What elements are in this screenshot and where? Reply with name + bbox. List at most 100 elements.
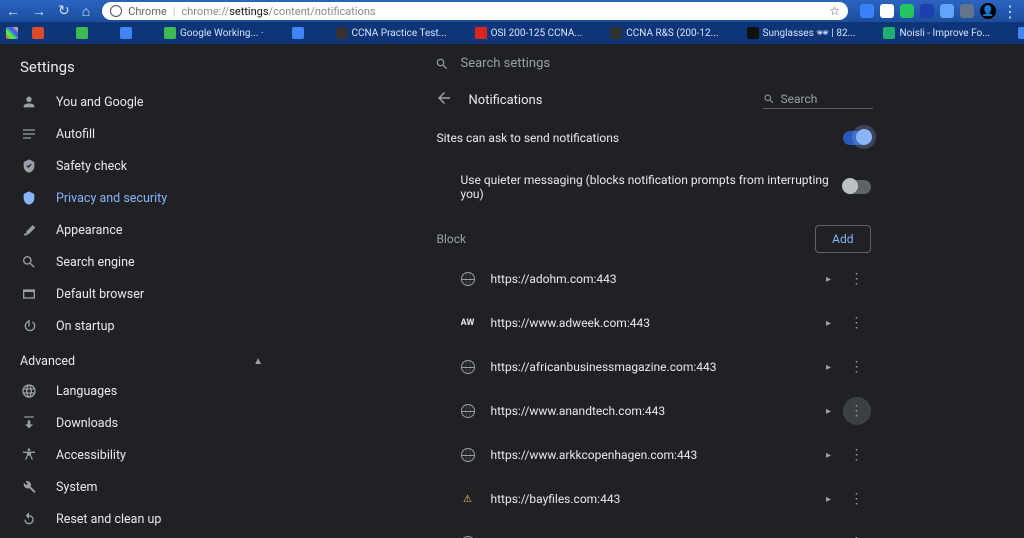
ext-icon[interactable] xyxy=(880,4,894,18)
browser-toolbar: ← → ↻ ⌂ Chrome | chrome://settings/conte… xyxy=(0,0,1024,22)
site-expand-button[interactable]: ▸ xyxy=(815,450,843,461)
site-expand-button[interactable]: ▸ xyxy=(815,362,843,373)
site-expand-button[interactable]: ▸ xyxy=(815,274,843,285)
bookmark-item[interactable]: Google Working... · xyxy=(164,27,264,39)
panel-search-input[interactable] xyxy=(781,92,861,106)
site-info-icon[interactable] xyxy=(110,5,122,17)
panel-back-button[interactable] xyxy=(435,89,453,111)
toggle-quieter-messaging[interactable] xyxy=(843,180,871,194)
add-blocked-site-button[interactable]: Add xyxy=(815,225,870,253)
site-actions-menu[interactable]: ⋮ xyxy=(843,441,871,469)
accessibility-icon xyxy=(20,446,38,464)
sidebar-item-label: Reset and clean up xyxy=(56,512,161,527)
sidebar-item-appearance[interactable]: Appearance xyxy=(0,214,283,246)
sidebar-item-autofill[interactable]: Autofill xyxy=(0,118,283,150)
panel-title: Notifications xyxy=(469,93,543,108)
toggle-quieter-messaging-row: Use quieter messaging (blocks notificati… xyxy=(435,159,873,215)
sidebar-item-label: Accessibility xyxy=(56,448,126,463)
sidebar-item-search-engine[interactable]: Search engine xyxy=(0,246,283,278)
sidebar-item-on-startup[interactable]: On startup xyxy=(0,310,283,342)
bookmarks-bar: Google Working... · CCNA Practice Test...… xyxy=(0,22,1024,44)
site-url: https://www.arkkcopenhagen.com:443 xyxy=(477,448,815,462)
site-actions-menu[interactable]: ⋮ xyxy=(843,529,871,538)
bookmark-item[interactable]: CCNA R&S (200-12... xyxy=(610,27,718,39)
bookmark-item[interactable] xyxy=(76,27,92,39)
apps-button[interactable] xyxy=(6,27,18,39)
back-button[interactable]: ← xyxy=(6,3,20,20)
search-icon xyxy=(435,57,449,71)
window-icon xyxy=(20,285,38,303)
reload-button[interactable]: ↻ xyxy=(58,3,70,19)
bookmark-item[interactable]: Sunglasses 🕶 | 82... xyxy=(747,27,856,39)
sidebar-item-downloads[interactable]: Downloads xyxy=(0,407,283,439)
ext-icon[interactable] xyxy=(860,4,874,18)
site-url: https://bayfiles.com:443 xyxy=(477,492,815,506)
settings-search-input[interactable] xyxy=(461,56,873,71)
shield-icon xyxy=(20,189,38,207)
browser-label: Chrome xyxy=(128,5,167,18)
download-icon xyxy=(20,414,38,432)
bookmark-item[interactable]: Noisli - Improve Fo... xyxy=(883,27,990,39)
bookmark-item[interactable]: CCNA Practice Test... xyxy=(336,27,447,39)
sidebar-item-reset-and-clean-up[interactable]: Reset and clean up xyxy=(0,503,283,535)
bookmark-item[interactable] xyxy=(32,27,48,39)
sidebar-item-default-browser[interactable]: Default browser xyxy=(0,278,283,310)
sidebar-item-privacy-and-security[interactable]: Privacy and security xyxy=(0,182,283,214)
sidebar-advanced-label: Advanced xyxy=(20,354,75,369)
site-favicon xyxy=(459,402,477,420)
site-actions-menu[interactable]: ⋮ xyxy=(843,309,871,337)
sidebar-item-accessibility[interactable]: Accessibility xyxy=(0,439,283,471)
bookmark-item[interactable] xyxy=(120,27,136,39)
settings-title: Settings xyxy=(0,44,283,86)
power-icon xyxy=(20,317,38,335)
site-url: https://africanbusinessmagazine.com:443 xyxy=(477,360,815,374)
sidebar-item-you-and-google[interactable]: You and Google xyxy=(0,86,283,118)
sidebar-item-safety-check[interactable]: Safety check xyxy=(0,150,283,182)
bookmark-star-icon[interactable]: ☆ xyxy=(829,4,840,18)
bookmark-item[interactable]: Veritas - Library - S... xyxy=(1018,27,1024,39)
sidebar-item-label: You and Google xyxy=(56,95,144,110)
ext-icon[interactable] xyxy=(900,4,914,18)
blocked-site-row: AW https://www.adweek.com:443 ▸ ⋮ xyxy=(435,301,873,345)
sidebar-item-label: Autofill xyxy=(56,127,95,142)
site-actions-menu[interactable]: ⋮ xyxy=(843,485,871,513)
settings-main: Notifications Sites can ask to send noti… xyxy=(283,44,1024,538)
toggle-ask-notifications[interactable] xyxy=(843,131,871,145)
settings-search[interactable] xyxy=(435,56,873,71)
block-section-label: Block xyxy=(437,232,467,246)
panel-search[interactable] xyxy=(763,92,873,109)
site-expand-button[interactable]: ▸ xyxy=(815,494,843,505)
toggle-ask-notifications-label: Sites can ask to send notifications xyxy=(437,131,843,145)
site-expand-button[interactable]: ▸ xyxy=(815,406,843,417)
sidebar-item-label: Appearance xyxy=(56,223,123,238)
site-expand-button[interactable]: ▸ xyxy=(815,318,843,329)
autofill-icon xyxy=(20,125,38,143)
sidebar-item-label: Safety check xyxy=(56,159,127,174)
sidebar-advanced-toggle[interactable]: Advanced ▲ xyxy=(0,342,283,375)
profile-avatar[interactable]: 👤 xyxy=(980,3,996,19)
site-favicon xyxy=(459,534,477,538)
blocked-site-row: https://www.arkkcopenhagen.com:443 ▸ ⋮ xyxy=(435,433,873,477)
site-actions-menu[interactable]: ⋮ xyxy=(843,353,871,381)
sidebar-item-system[interactable]: System xyxy=(0,471,283,503)
chevron-up-icon: ▲ xyxy=(253,356,263,367)
bookmark-item[interactable] xyxy=(292,27,308,39)
chrome-menu-icon[interactable]: ⋮ xyxy=(1002,2,1018,21)
address-bar[interactable]: Chrome | chrome://settings/content/notif… xyxy=(102,2,848,20)
ext-icon[interactable] xyxy=(920,4,934,18)
site-actions-menu[interactable]: ⋮ xyxy=(843,265,871,293)
site-url: https://adohm.com:443 xyxy=(477,272,815,286)
site-favicon: ⚠ xyxy=(459,490,477,508)
extension-icons: 👤 ⋮ xyxy=(860,2,1018,21)
bookmark-item[interactable]: OSI 200-125 CCNA... xyxy=(475,27,583,39)
forward-button[interactable]: → xyxy=(32,3,46,20)
site-actions-menu[interactable]: ⋮ xyxy=(843,397,871,425)
home-button[interactable]: ⌂ xyxy=(82,3,90,20)
ext-icon[interactable] xyxy=(940,4,954,18)
sidebar-item-languages[interactable]: Languages xyxy=(0,375,283,407)
sidebar-item-label: Privacy and security xyxy=(56,191,167,206)
toggle-quieter-messaging-label: Use quieter messaging (blocks notificati… xyxy=(461,173,843,201)
ext-icon[interactable] xyxy=(960,4,974,18)
blocked-site-row: https://www.anandtech.com:443 ▸ ⋮ xyxy=(435,389,873,433)
brush-icon xyxy=(20,221,38,239)
